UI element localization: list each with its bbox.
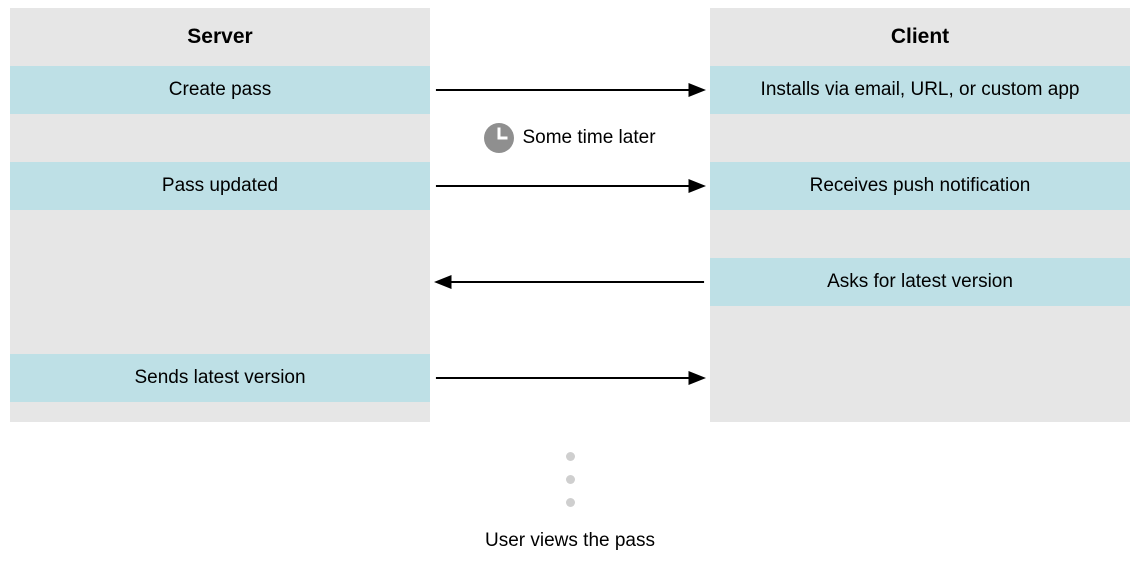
sequence-diagram: Server Create pass Pass updated Sends la…: [0, 0, 1140, 566]
arrow-right-icon: [434, 79, 706, 101]
arrow-row-4: [430, 258, 710, 306]
client-blank-5: [710, 306, 1130, 354]
server-trailing: [10, 402, 430, 422]
client-trailing: [710, 402, 1130, 422]
middle-channel: Some time later: [430, 66, 710, 466]
dot-icon: [566, 498, 575, 507]
arrow-right-0: [430, 79, 710, 101]
arrow-right-6: [430, 367, 710, 389]
arrow-left-4: [430, 271, 710, 293]
server-step-0: Create pass: [10, 66, 430, 114]
server-blank-1: [10, 114, 430, 162]
arrow-right-icon: [434, 367, 706, 389]
client-blank-1: [710, 114, 1130, 162]
server-blank-4: [10, 258, 430, 306]
dot-icon: [566, 452, 575, 461]
server-blank-3: [10, 210, 430, 258]
clock-icon: [484, 123, 514, 153]
ellipsis-dots: [0, 452, 1140, 507]
time-note-row: Some time later: [430, 114, 710, 162]
client-step-4: Asks for latest version: [710, 258, 1130, 306]
client-lane: Client Installs via email, URL, or custo…: [710, 8, 1130, 422]
arrow-left-icon: [434, 271, 706, 293]
server-rows: Create pass Pass updated Sends latest ve…: [10, 66, 430, 422]
time-note-label: Some time later: [522, 127, 655, 149]
diagram-caption: User views the pass: [0, 530, 1140, 552]
client-blank-6: [710, 354, 1130, 402]
client-blank-3: [710, 210, 1130, 258]
dot-icon: [566, 475, 575, 484]
client-step-2: Receives push notification: [710, 162, 1130, 210]
server-header: Server: [10, 8, 430, 66]
arrow-right-2: [430, 175, 710, 197]
arrow-row-2: [430, 162, 710, 210]
client-header: Client: [710, 8, 1130, 66]
arrow-right-icon: [434, 175, 706, 197]
time-note: Some time later: [484, 123, 655, 153]
client-rows: Installs via email, URL, or custom app R…: [710, 66, 1130, 422]
arrow-row-0: [430, 66, 710, 114]
arrow-row-6: [430, 354, 710, 402]
server-step-2: Pass updated: [10, 162, 430, 210]
server-step-6: Sends latest version: [10, 354, 430, 402]
server-blank-5: [10, 306, 430, 354]
client-step-0: Installs via email, URL, or custom app: [710, 66, 1130, 114]
server-lane: Server Create pass Pass updated Sends la…: [10, 8, 430, 422]
